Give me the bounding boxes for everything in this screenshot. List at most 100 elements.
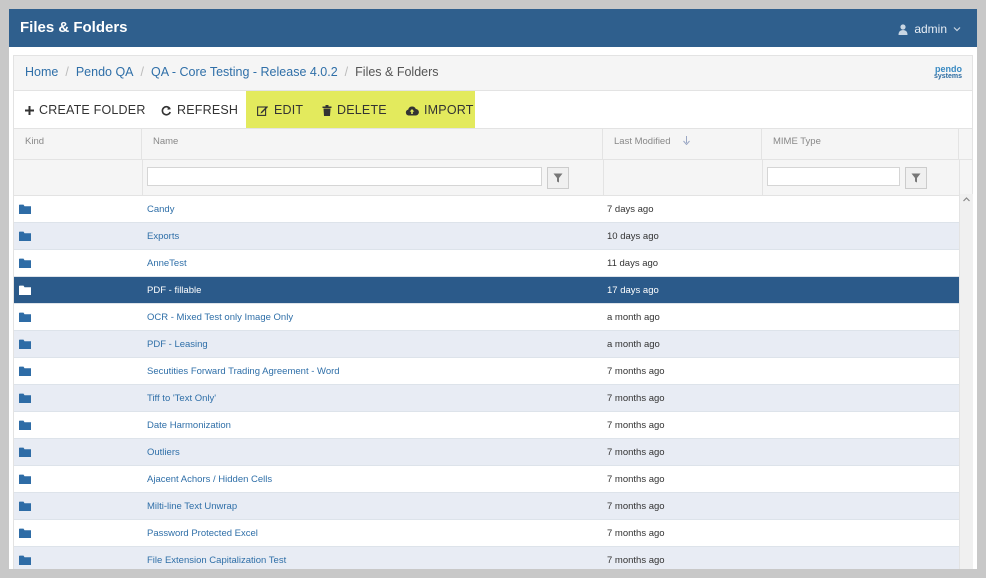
file-name-link[interactable]: PDF - Leasing bbox=[147, 339, 208, 350]
file-name-link[interactable]: PDF - fillable bbox=[147, 285, 201, 296]
column-header-name[interactable]: Name bbox=[142, 129, 603, 159]
filter-row bbox=[14, 160, 972, 196]
file-name-link[interactable]: Date Harmonization bbox=[147, 420, 231, 431]
file-list: Candy 7 days ago Exports 10 days ago AnneTes… bbox=[14, 196, 959, 569]
folder-icon bbox=[19, 555, 31, 568]
filter-cell-kind bbox=[14, 160, 143, 195]
folder-icon bbox=[19, 528, 31, 541]
filter-icon bbox=[911, 173, 921, 183]
edit-icon bbox=[257, 105, 268, 116]
last-modified-value: 7 months ago bbox=[607, 393, 665, 404]
folder-icon bbox=[19, 501, 31, 514]
cloud-upload-icon bbox=[405, 106, 419, 116]
create-folder-button[interactable]: CREATE FOLDER bbox=[25, 91, 146, 129]
table-row[interactable]: Tiff to 'Text Only' 7 months ago bbox=[14, 385, 959, 412]
create-folder-label: CREATE FOLDER bbox=[39, 103, 146, 117]
filter-cell-modified bbox=[603, 160, 763, 195]
folder-icon bbox=[19, 393, 31, 406]
trash-icon bbox=[322, 104, 332, 116]
header-spacer bbox=[959, 129, 972, 159]
last-modified-value: 7 months ago bbox=[607, 447, 665, 458]
breadcrumb-home[interactable]: Home bbox=[25, 65, 58, 79]
table-row[interactable]: PDF - Leasing a month ago bbox=[14, 331, 959, 358]
logo-line1: pendo bbox=[935, 64, 962, 74]
filter-icon bbox=[553, 173, 563, 183]
last-modified-value: 7 months ago bbox=[607, 474, 665, 485]
last-modified-value: a month ago bbox=[607, 339, 660, 350]
filter-cell-mime bbox=[762, 160, 960, 195]
user-icon bbox=[898, 23, 908, 35]
folder-icon bbox=[19, 420, 31, 433]
table-row[interactable]: Milti-line Text Unwrap 7 months ago bbox=[14, 493, 959, 520]
mime-filter-button[interactable] bbox=[905, 167, 927, 189]
table-row[interactable]: File Extension Capitalization Test 7 mont… bbox=[14, 547, 959, 569]
column-header-kind[interactable]: Kind bbox=[14, 129, 142, 159]
sort-down-icon bbox=[683, 136, 691, 146]
vertical-scrollbar[interactable] bbox=[959, 194, 973, 569]
table-row[interactable]: Candy 7 days ago bbox=[14, 196, 959, 223]
breadcrumb-pendo-qa[interactable]: Pendo QA bbox=[76, 65, 134, 79]
scroll-up-icon bbox=[963, 197, 970, 202]
breadcrumb-qa-core-testing[interactable]: QA - Core Testing - Release 4.0.2 bbox=[151, 65, 338, 79]
toolbar: CREATE FOLDER REFRESH EDIT DELETE IMPORT bbox=[13, 90, 973, 129]
last-modified-value: 7 months ago bbox=[607, 501, 665, 512]
edit-label: EDIT bbox=[274, 103, 304, 117]
file-name-link[interactable]: Password Protected Excel bbox=[147, 528, 258, 539]
import-button[interactable]: IMPORT bbox=[405, 91, 474, 129]
delete-button[interactable]: DELETE bbox=[322, 91, 387, 129]
column-header-mime-type[interactable]: MIME Type bbox=[762, 129, 959, 159]
folder-icon bbox=[19, 339, 31, 352]
file-name-link[interactable]: AnneTest bbox=[147, 258, 187, 269]
last-modified-value: a month ago bbox=[607, 312, 660, 323]
file-name-link[interactable]: OCR - Mixed Test only Image Only bbox=[147, 312, 293, 323]
last-modified-value: 7 days ago bbox=[607, 204, 654, 215]
last-modified-value: 10 days ago bbox=[607, 231, 659, 242]
table-row[interactable]: OCR - Mixed Test only Image Only a month … bbox=[14, 304, 959, 331]
folder-icon bbox=[19, 312, 31, 325]
last-modified-value: 7 months ago bbox=[607, 528, 665, 539]
table-row[interactable]: PDF - fillable 17 days ago bbox=[14, 277, 959, 304]
file-name-link[interactable]: Ajacent Achors / Hidden Cells bbox=[147, 474, 272, 485]
refresh-button[interactable]: REFRESH bbox=[161, 91, 238, 129]
file-name-link[interactable]: Outliers bbox=[147, 447, 180, 458]
table-row[interactable]: Exports 10 days ago bbox=[14, 223, 959, 250]
logo-line2: systems bbox=[933, 73, 962, 80]
name-filter-input[interactable] bbox=[147, 167, 542, 186]
table-row[interactable]: Outliers 7 months ago bbox=[14, 439, 959, 466]
table-row[interactable]: Secutities Forward Trading Agreement - W… bbox=[14, 358, 959, 385]
file-name-link[interactable]: File Extension Capitalization Test bbox=[147, 555, 286, 566]
edit-button[interactable]: EDIT bbox=[257, 91, 303, 129]
column-header-last-modified[interactable]: Last Modified bbox=[603, 129, 762, 159]
refresh-label: REFRESH bbox=[177, 103, 239, 117]
user-menu[interactable]: admin bbox=[898, 22, 961, 36]
file-name-link[interactable]: Milti-line Text Unwrap bbox=[147, 501, 237, 512]
filter-cell-name bbox=[142, 160, 604, 195]
folder-icon bbox=[19, 204, 31, 217]
file-name-link[interactable]: Candy bbox=[147, 204, 174, 215]
plus-icon bbox=[25, 105, 34, 115]
table-row[interactable]: AnneTest 11 days ago bbox=[14, 250, 959, 277]
top-bar: Files & Folders admin bbox=[9, 9, 977, 47]
folder-icon bbox=[19, 285, 31, 298]
last-modified-value: 11 days ago bbox=[607, 258, 659, 269]
pendo-logo: pendo systems bbox=[928, 64, 962, 81]
delete-label: DELETE bbox=[337, 103, 387, 117]
folder-icon bbox=[19, 447, 31, 460]
table-row[interactable]: Ajacent Achors / Hidden Cells 7 months ag… bbox=[14, 466, 959, 493]
grid-header: Kind Name Last Modified MIME Type bbox=[14, 129, 972, 160]
file-name-link[interactable]: Secutities Forward Trading Agreement - W… bbox=[147, 366, 340, 377]
mime-filter-input[interactable] bbox=[767, 167, 900, 186]
table-row[interactable]: Password Protected Excel 7 months ago bbox=[14, 520, 959, 547]
breadcrumb-current: Files & Folders bbox=[355, 65, 439, 79]
last-modified-value: 7 months ago bbox=[607, 366, 665, 377]
last-modified-value: 7 months ago bbox=[607, 420, 665, 431]
files-grid: Kind Name Last Modified MIME Type Candy … bbox=[13, 128, 973, 569]
folder-icon bbox=[19, 474, 31, 487]
page-title: Files & Folders bbox=[20, 19, 128, 36]
file-name-link[interactable]: Tiff to 'Text Only' bbox=[147, 393, 216, 404]
breadcrumb-bar: Home / Pendo QA / QA - Core Testing - Releas… bbox=[13, 55, 973, 90]
file-name-link[interactable]: Exports bbox=[147, 231, 179, 242]
user-name: admin bbox=[914, 22, 947, 36]
name-filter-button[interactable] bbox=[547, 167, 569, 189]
table-row[interactable]: Date Harmonization 7 months ago bbox=[14, 412, 959, 439]
